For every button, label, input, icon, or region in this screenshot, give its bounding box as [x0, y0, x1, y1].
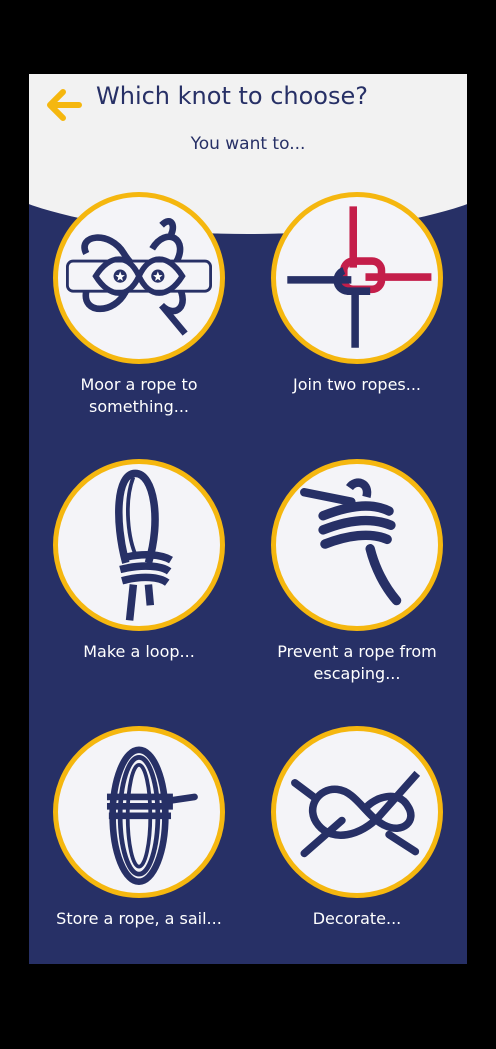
option-join[interactable]: Join two ropes... [257, 192, 457, 396]
option-moor-label-line2: something... [89, 397, 189, 416]
stopper-knot-icon [300, 478, 402, 606]
decorative-knot-icon [291, 770, 421, 858]
option-stopper-label: Prevent a rope from escaping... [257, 641, 457, 685]
option-stopper-label-line2: escaping... [313, 664, 401, 683]
back-button[interactable] [43, 84, 85, 126]
option-decorate-circle [271, 726, 443, 898]
mooring-knot-icon [66, 218, 212, 336]
option-loop-circle [53, 459, 225, 631]
option-decorate[interactable]: Decorate... [257, 726, 457, 930]
option-stopper-label-line1: Prevent a rope from [277, 642, 437, 661]
option-join-label-line1: Join two ropes... [292, 375, 422, 394]
option-loop-label: Make a loop... [39, 641, 239, 663]
option-decorate-label: Decorate... [257, 908, 457, 930]
join-ropes-knot-icon [287, 206, 432, 348]
loop-knot-icon [115, 469, 173, 621]
page-title: Which knot to choose? [96, 82, 368, 110]
option-store-label-line1: Store a rope, a sail... [56, 909, 222, 928]
page-subtitle: You want to... [190, 134, 306, 154]
app-screen: Which knot to choose? You want to... Moo… [29, 74, 467, 964]
option-stopper-circle [271, 459, 443, 631]
option-stopper[interactable]: Prevent a rope from escaping... [257, 459, 457, 685]
option-loop-label-line1: Make a loop... [83, 642, 195, 661]
option-moor[interactable]: Moor a rope to something... [39, 192, 239, 418]
option-join-circle [271, 192, 443, 364]
option-loop[interactable]: Make a loop... [39, 459, 239, 663]
arrow-left-icon [47, 89, 82, 121]
option-store[interactable]: Store a rope, a sail... [39, 726, 239, 930]
option-store-circle [53, 726, 225, 898]
option-moor-label-line1: Moor a rope to [80, 375, 198, 394]
option-moor-label: Moor a rope to something... [39, 374, 239, 418]
option-join-label: Join two ropes... [257, 374, 457, 396]
option-moor-circle [53, 192, 225, 364]
option-decorate-label-line1: Decorate... [312, 909, 402, 928]
coiled-rope-icon [106, 746, 198, 885]
option-store-label: Store a rope, a sail... [39, 908, 239, 930]
